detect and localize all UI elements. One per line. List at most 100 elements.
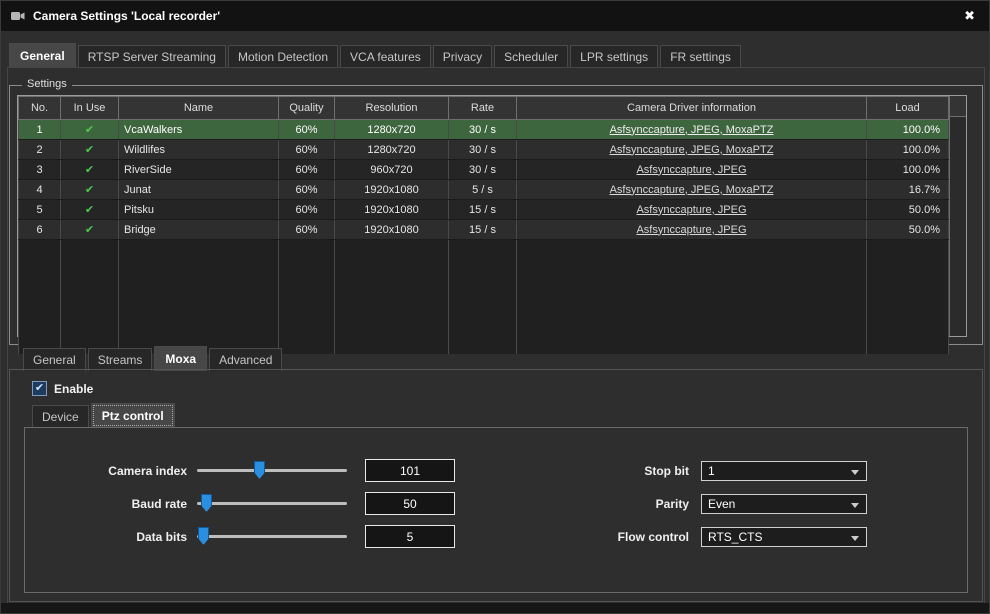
cell-name: VcaWalkers [119, 120, 279, 140]
window-title: Camera Settings 'Local recorder' [33, 9, 220, 23]
enable-label: Enable [54, 382, 93, 396]
flow-control-label: Flow control [553, 530, 689, 544]
empty-cell [867, 240, 949, 355]
cell-resolution: 1280x720 [335, 140, 449, 160]
column-header-camera-driver-information[interactable]: Camera Driver information [517, 97, 867, 120]
slider-thumb[interactable] [201, 494, 212, 512]
camera-index-value-input[interactable] [365, 459, 455, 482]
column-header-quality[interactable]: Quality [279, 97, 335, 120]
chevron-down-icon [851, 536, 859, 541]
table-row[interactable]: 2✔Wildlifes60%1280x72030 / sAsfsynccaptu… [19, 140, 949, 160]
stop-bit-row: Stop bit1 [553, 454, 867, 487]
driver-link[interactable]: Asfsynccapture, JPEG [636, 164, 746, 176]
scrollbar-header-cap [950, 96, 966, 117]
tab-privacy[interactable]: Privacy [433, 45, 492, 68]
data-bits-value-input[interactable] [365, 525, 455, 548]
parity-row: ParityEven [553, 487, 867, 520]
cell-load: 100.0% [867, 160, 949, 180]
empty-cell [449, 240, 517, 355]
driver-link[interactable]: Asfsynccapture, JPEG [636, 204, 746, 216]
enable-row: ✔ Enable [32, 381, 93, 396]
table-header-row: No.In UseNameQualityResolutionRateCamera… [19, 97, 949, 120]
table-row[interactable]: 1✔VcaWalkers60%1280x72030 / sAsfsynccapt… [19, 120, 949, 140]
driver-link[interactable]: Asfsynccapture, JPEG, MoxaPTZ [610, 124, 774, 136]
column-header-name[interactable]: Name [119, 97, 279, 120]
cell-quality: 60% [279, 160, 335, 180]
cell-driver: Asfsynccapture, JPEG [517, 220, 867, 240]
tab-vca-features[interactable]: VCA features [340, 45, 431, 68]
enable-checkbox[interactable]: ✔ [32, 381, 47, 396]
column-header-in-use[interactable]: In Use [61, 97, 119, 120]
vertical-scrollbar[interactable] [949, 96, 966, 336]
driver-link[interactable]: Asfsynccapture, JPEG, MoxaPTZ [610, 184, 774, 196]
driver-link[interactable]: Asfsynccapture, JPEG [636, 224, 746, 236]
slider-group: Camera indexBaud rateData bits [37, 454, 455, 553]
cell-quality: 60% [279, 220, 335, 240]
check-icon: ✔ [85, 164, 94, 176]
dropdown-value: 1 [708, 464, 715, 478]
tab-advanced[interactable]: Advanced [209, 348, 282, 371]
cell-driver: Asfsynccapture, JPEG, MoxaPTZ [517, 120, 867, 140]
tab-ptz-control[interactable]: Ptz control [91, 403, 175, 428]
camera-index-row: Camera index [37, 454, 455, 487]
flow-control-dropdown[interactable]: RTS_CTS [701, 527, 867, 547]
camera-sub-tab-bar: GeneralStreamsMoxaAdvanced [23, 346, 284, 371]
cell-load: 50.0% [867, 220, 949, 240]
flow-control-row: Flow control RTS_CTS [553, 520, 867, 553]
data-bits-row: Data bits [37, 520, 455, 553]
column-header-no[interactable]: No. [19, 97, 61, 120]
cell-in-use: ✔ [61, 120, 119, 140]
cell-resolution: 1920x1080 [335, 200, 449, 220]
cell-in-use: ✔ [61, 220, 119, 240]
chevron-down-icon [851, 470, 859, 475]
cell-in-use: ✔ [61, 140, 119, 160]
empty-cell [335, 240, 449, 355]
cell-rate: 30 / s [449, 160, 517, 180]
stop-bit-dropdown[interactable]: 1 [701, 461, 867, 481]
tab-rtsp-server-streaming[interactable]: RTSP Server Streaming [78, 45, 226, 68]
baud-rate-row: Baud rate [37, 487, 455, 520]
cell-rate: 5 / s [449, 180, 517, 200]
cell-no: 3 [19, 160, 61, 180]
column-header-load[interactable]: Load [867, 97, 949, 120]
cell-load: 16.7% [867, 180, 949, 200]
camera-index-slider[interactable] [197, 469, 347, 472]
tab-fr-settings[interactable]: FR settings [660, 45, 741, 68]
close-icon[interactable]: ✖ [960, 8, 979, 24]
baud-rate-slider[interactable] [197, 502, 347, 505]
cell-in-use: ✔ [61, 160, 119, 180]
tab-lpr-settings[interactable]: LPR settings [570, 45, 658, 68]
tab-general[interactable]: General [9, 43, 76, 68]
cell-resolution: 1280x720 [335, 120, 449, 140]
tab-streams[interactable]: Streams [88, 348, 153, 371]
empty-cell [517, 240, 867, 355]
table-row[interactable]: 5✔Pitsku60%1920x108015 / sAsfsynccapture… [19, 200, 949, 220]
cell-resolution: 960x720 [335, 160, 449, 180]
driver-link[interactable]: Asfsynccapture, JPEG, MoxaPTZ [610, 144, 774, 156]
tab-device[interactable]: Device [32, 405, 89, 428]
chevron-down-icon [851, 503, 859, 508]
slider-thumb[interactable] [254, 461, 265, 479]
slider-thumb[interactable] [198, 527, 209, 545]
cell-load: 100.0% [867, 140, 949, 160]
cell-rate: 30 / s [449, 120, 517, 140]
main-tab-bar: GeneralRTSP Server StreamingMotion Detec… [9, 43, 743, 68]
data-bits-slider[interactable] [197, 535, 347, 538]
baud-rate-value-input[interactable] [365, 492, 455, 515]
column-header-rate[interactable]: Rate [449, 97, 517, 120]
check-icon: ✔ [85, 144, 94, 156]
cell-rate: 15 / s [449, 220, 517, 240]
tab-scheduler[interactable]: Scheduler [494, 45, 568, 68]
cell-quality: 60% [279, 120, 335, 140]
check-icon: ✔ [85, 204, 94, 216]
tab-general[interactable]: General [23, 348, 86, 371]
table-row[interactable]: 3✔RiverSide60%960x72030 / sAsfsynccaptur… [19, 160, 949, 180]
column-header-resolution[interactable]: Resolution [335, 97, 449, 120]
parity-dropdown[interactable]: Even [701, 494, 867, 514]
tab-moxa[interactable]: Moxa [154, 346, 207, 371]
cell-no: 6 [19, 220, 61, 240]
moxa-tab-page: ✔ Enable DevicePtz control Camera indexB… [9, 369, 983, 602]
table-row[interactable]: 6✔Bridge60%1920x108015 / sAsfsynccapture… [19, 220, 949, 240]
tab-motion-detection[interactable]: Motion Detection [228, 45, 338, 68]
table-row[interactable]: 4✔Junat60%1920x10805 / sAsfsynccapture, … [19, 180, 949, 200]
